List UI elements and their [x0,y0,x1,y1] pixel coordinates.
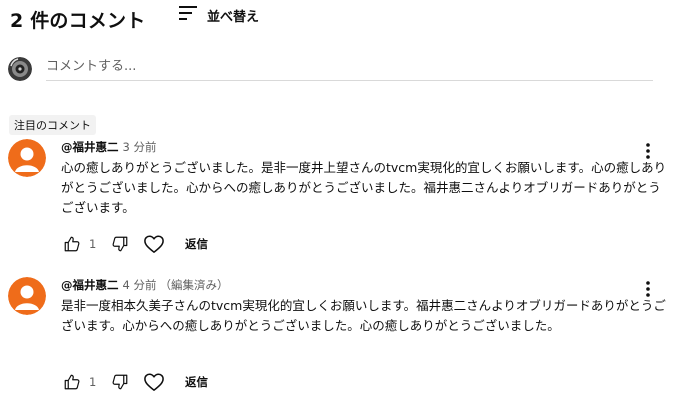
comment-meta: @福井惠二 4 分前 （編集済み） [61,277,671,293]
like-button[interactable] [61,371,83,393]
reply-button[interactable]: 返信 [185,374,208,390]
author-avatar[interactable] [8,139,46,177]
dislike-button[interactable] [109,233,131,255]
like-count: 1 [89,237,97,251]
sort-button[interactable]: 並べ替え [177,4,259,26]
edited-label: （編集済み） [159,278,229,292]
featured-comments-chip: 注目のコメント [9,115,96,135]
comment-text: 心の癒しありがとうございました。是非一度井上望さんのtvcm実現化的宜しくお願い… [61,160,667,215]
comment-meta: @福井惠二 3 分前 [61,139,671,155]
sort-lines-icon [177,4,199,26]
thumb-down-icon [112,236,128,252]
comment-count: 2 件のコメント [10,9,146,32]
reply-button[interactable]: 返信 [185,236,208,252]
comment-time[interactable]: 3 分前 [123,140,157,154]
comment-composer [8,55,653,85]
user-avatar[interactable] [8,57,32,81]
sort-label: 並べ替え [207,9,260,25]
more-vert-icon [646,281,650,297]
comments-header: 2 件のコメント [10,6,145,32]
more-vert-icon [646,143,650,159]
comment-time[interactable]: 4 分前 [123,278,157,292]
comment-actions: 1 返信 [61,232,208,256]
thumb-up-icon [64,236,80,252]
comment-actions: 1 返信 [61,370,208,394]
comment-body: @福井惠二 4 分前 （編集済み） 是非一度相本久美子さんのtvcm実現化的宜しくお… [61,277,671,336]
more-actions-button[interactable] [640,279,656,299]
comment-author[interactable]: @福井惠二 [61,140,119,154]
author-avatar[interactable] [8,277,46,315]
comment-body: @福井惠二 3 分前 心の癒しありがとうございました。是非一度井上望さんのtvcm… [61,139,671,218]
heart-icon [144,235,164,253]
heart-icon [144,373,164,391]
comments-section: 2 件のコメント 並べ替え 注目のコメント [0,0,689,403]
comment-text: 是非一度相本久美子さんのtvcm実現化的宜しくお願いします。福井惠二さんよりオブ… [61,298,666,333]
like-button[interactable] [61,233,83,255]
thumb-up-icon [64,374,80,390]
comment-author[interactable]: @福井惠二 [61,278,119,292]
thumb-down-icon [112,374,128,390]
dislike-button[interactable] [109,371,131,393]
like-count: 1 [89,375,97,389]
comment-input[interactable] [46,55,653,81]
heart-button[interactable] [143,371,165,393]
more-actions-button[interactable] [640,141,656,161]
heart-button[interactable] [143,233,165,255]
